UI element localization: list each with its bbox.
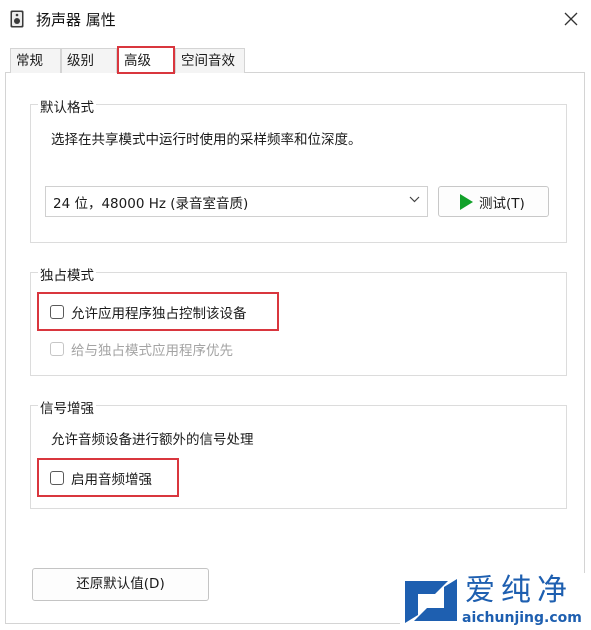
allow-exclusive-label[interactable]: 允许应用程序独占控制该设备 bbox=[71, 302, 247, 322]
watermark-text: 爱纯净 bbox=[465, 573, 573, 608]
tab-levels[interactable]: 级别 bbox=[61, 48, 117, 73]
exclusive-priority-checkbox bbox=[50, 342, 64, 356]
window-title: 扬声器 属性 bbox=[36, 11, 116, 29]
test-button-label: 测试(T) bbox=[479, 196, 525, 212]
play-icon bbox=[460, 194, 473, 210]
tab-general[interactable]: 常规 bbox=[10, 48, 61, 73]
default-format-title: 默认格式 bbox=[38, 96, 96, 116]
enable-enhancement-checkbox[interactable] bbox=[50, 471, 64, 485]
format-select-value: 24 位，48000 Hz (录音室音质) bbox=[53, 196, 249, 212]
allow-exclusive-checkbox[interactable] bbox=[50, 305, 64, 319]
tab-spatial-sound[interactable]: 空间音效 bbox=[175, 48, 245, 73]
exclusive-mode-title: 独占模式 bbox=[38, 264, 96, 284]
close-icon bbox=[564, 12, 578, 26]
watermark-url: aichunjing.com bbox=[462, 610, 582, 626]
exclusive-priority-label: 给与独占模式应用程序优先 bbox=[71, 343, 233, 359]
enable-enhancement-label[interactable]: 启用音频增强 bbox=[71, 468, 152, 488]
restore-defaults-button[interactable]: 还原默认值(D) bbox=[32, 568, 209, 601]
signal-enhancement-title: 信号增强 bbox=[38, 397, 96, 417]
speaker-icon bbox=[10, 10, 24, 28]
default-format-description: 选择在共享模式中运行时使用的采样频率和位深度。 bbox=[51, 132, 362, 148]
watermark-logo-icon bbox=[405, 579, 457, 623]
chevron-down-icon bbox=[409, 196, 420, 203]
default-format-group bbox=[30, 104, 567, 243]
signal-enhancement-description: 允许音频设备进行额外的信号处理 bbox=[51, 432, 254, 448]
close-button[interactable] bbox=[553, 4, 589, 34]
tab-advanced[interactable]: 高级 bbox=[117, 46, 175, 74]
watermark: 爱纯净 aichunjing.com bbox=[400, 573, 591, 630]
